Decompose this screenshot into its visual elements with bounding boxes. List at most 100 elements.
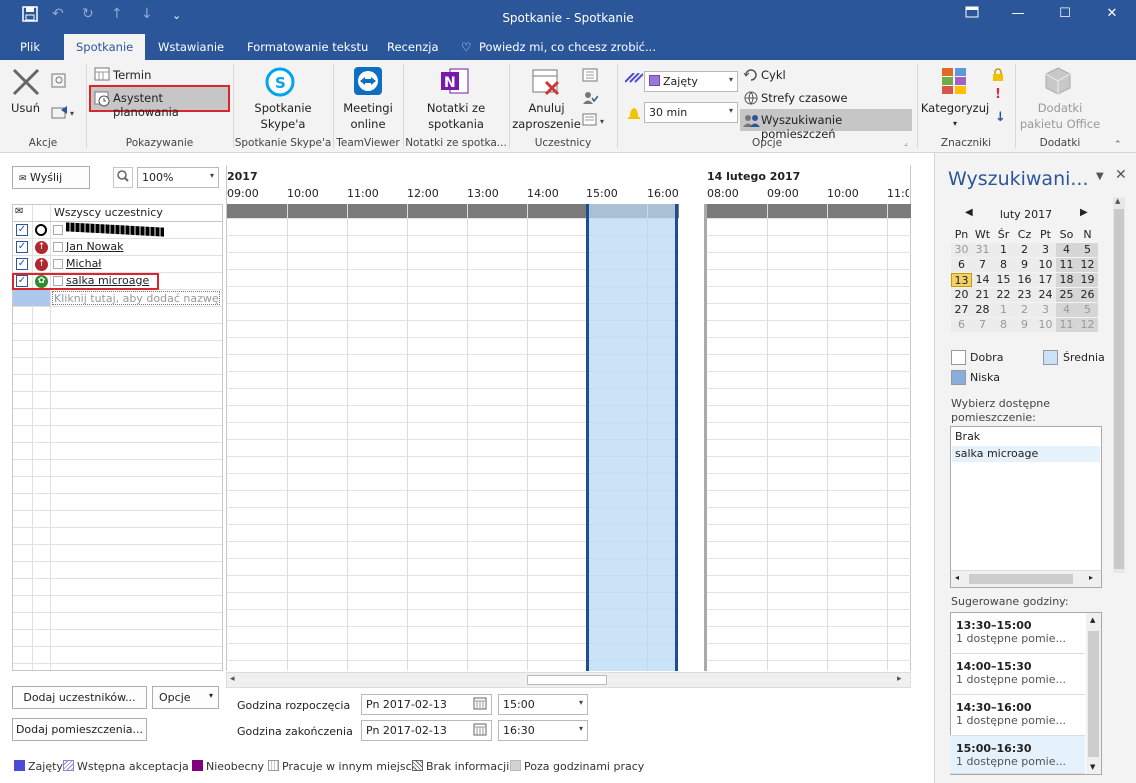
tab-recenzja[interactable]: Recenzja <box>387 40 439 54</box>
calendar-day[interactable]: 2 <box>1014 303 1035 317</box>
recurrence-button[interactable]: Cykl <box>761 68 786 82</box>
cancel-invitation-button[interactable]: Anuluj zaproszenie <box>509 100 584 132</box>
delete-button[interactable]: Usuń <box>11 101 40 115</box>
calendar-day[interactable]: 8 <box>993 258 1014 272</box>
skype-meeting-button[interactable]: Spotkanie Skype'a <box>233 100 333 132</box>
dialog-launcher-icon[interactable]: ⌟ <box>904 138 908 147</box>
high-importance-icon[interactable]: ! <box>995 87 1001 102</box>
termin-button[interactable]: Termin <box>113 68 151 82</box>
calendar-day[interactable]: 15 <box>993 273 1014 287</box>
pane-scroll-up-icon[interactable]: ▲ <box>1115 197 1120 205</box>
meeting-notes-button[interactable]: Notatki ze spotkania <box>403 100 509 132</box>
time-zones-button[interactable]: Strefy czasowe <box>761 91 848 105</box>
pane-scroll-thumb[interactable] <box>1114 209 1124 569</box>
attendee-3-checkbox[interactable]: ✓ <box>16 258 28 270</box>
attendee-jan-nowak[interactable]: Jan Nowak <box>66 240 124 253</box>
calendar-picker-icon[interactable] <box>473 723 487 738</box>
calendar-day[interactable]: 8 <box>993 318 1014 332</box>
calendar-day[interactable]: 23 <box>1014 288 1035 302</box>
ribbon-display-icon[interactable] <box>957 6 987 22</box>
next-month-icon[interactable]: ▶ <box>1080 207 1088 218</box>
suggestion-1[interactable]: 13:30–15:00 1 dostępne pomie... <box>950 613 1085 654</box>
maximize-icon[interactable]: ☐ <box>1050 6 1080 21</box>
attendee-1-checkbox[interactable]: ✓ <box>16 224 28 236</box>
calendar-day[interactable]: 30 <box>951 243 972 257</box>
zoom-search-icon[interactable] <box>113 167 133 188</box>
attendee-3-type[interactable] <box>53 259 63 269</box>
tab-wstawianie[interactable]: Wstawianie <box>158 40 224 54</box>
room-finder-button[interactable]: Wyszukiwanie pomieszczeń <box>740 109 912 141</box>
suggest-scroll-thumb[interactable] <box>1088 631 1099 757</box>
calendar-day[interactable]: 22 <box>993 288 1014 302</box>
tell-me-box[interactable]: Powiedz mi, co chcesz zrobić... <box>479 40 656 54</box>
asystent-planowania-button[interactable]: Asystent planowania <box>89 85 230 119</box>
attendee-4-type[interactable] <box>53 276 63 286</box>
reminder-dropdown[interactable]: 30 min ▾ <box>644 102 738 123</box>
calendar-day[interactable]: 17 <box>1035 273 1056 287</box>
office-addins-button[interactable]: Dodatki pakietu Office <box>1015 100 1105 132</box>
calendar-day[interactable]: 6 <box>951 258 972 272</box>
calendar-day[interactable]: 12 <box>1077 258 1098 272</box>
room-list-scrollbar[interactable]: ◂ ▸ <box>951 570 1101 587</box>
calendar-day[interactable]: 16 <box>1014 273 1035 287</box>
start-time-dropdown[interactable]: 15:00 ▾ <box>498 694 588 715</box>
attendee-2-checkbox[interactable]: ✓ <box>16 241 28 253</box>
start-date-field[interactable]: Pn 2017-02-13 <box>361 694 492 715</box>
calendar-day[interactable]: 19 <box>1077 273 1098 287</box>
suggestion-4[interactable]: 15:00–16:30 1 dostępne pomie... <box>950 736 1085 774</box>
calendar-picker-icon[interactable] <box>473 697 487 712</box>
response-options-icon[interactable]: ▾ <box>582 112 610 131</box>
minimize-icon[interactable]: — <box>1003 6 1033 21</box>
low-importance-icon[interactable]: ↓ <box>995 110 1006 125</box>
tab-plik[interactable]: Plik <box>20 40 40 54</box>
check-names-icon[interactable] <box>582 90 599 109</box>
calendar-day[interactable]: 1 <box>993 303 1014 317</box>
scroll-left-icon[interactable]: ◂ <box>955 573 959 582</box>
send-button[interactable]: ✉ Wyślij <box>12 166 90 189</box>
scroll-thumb[interactable] <box>527 675 607 685</box>
meeting-selection[interactable] <box>586 204 678 671</box>
room-scroll-thumb[interactable] <box>969 574 1073 584</box>
calendar-day[interactable]: 5 <box>1077 243 1098 257</box>
end-time-dropdown[interactable]: 16:30 ▾ <box>498 720 588 741</box>
calendar-day[interactable]: 7 <box>972 258 993 272</box>
meetings-online-button[interactable]: Meetingi online <box>333 100 403 132</box>
calendar-day[interactable]: 3 <box>1035 243 1056 257</box>
calendar-day[interactable]: 7 <box>972 318 993 332</box>
calendar-day[interactable]: 9 <box>1014 318 1035 332</box>
redacted-attendee-name[interactable] <box>66 222 164 237</box>
add-attendees-button[interactable]: Dodaj uczestników... <box>12 686 147 709</box>
address-book-icon[interactable] <box>582 68 598 85</box>
calendar-day[interactable]: 2 <box>1014 243 1035 257</box>
calendar-day[interactable]: 11 <box>1056 318 1077 332</box>
calendar-day[interactable]: 20 <box>951 288 972 302</box>
pane-close-icon[interactable]: ✕ <box>1115 167 1127 183</box>
room-item-salka[interactable]: salka microage <box>952 446 1100 462</box>
collapse-ribbon-icon[interactable]: ⌃ <box>1114 140 1122 150</box>
pane-options-icon[interactable]: ▼ <box>1096 171 1104 182</box>
calendar-day[interactable]: 25 <box>1056 288 1077 302</box>
calendar-day[interactable]: 9 <box>1014 258 1035 272</box>
categorize-button[interactable]: Kategoryzuj ▾ <box>917 100 993 132</box>
calendar-day[interactable]: 4 <box>1056 303 1077 317</box>
forward-icon[interactable]: ▾ <box>51 104 77 123</box>
calendar-day[interactable]: 31 <box>972 243 993 257</box>
calendar-day[interactable]: 6 <box>951 318 972 332</box>
calendar-day[interactable]: 10 <box>1035 258 1056 272</box>
attendee-2-type[interactable] <box>53 242 63 252</box>
calendar-day[interactable]: 14 <box>972 273 993 287</box>
calendar-day[interactable]: 28 <box>972 303 993 317</box>
calendar-day[interactable]: 24 <box>1035 288 1056 302</box>
calendar-day[interactable]: 27 <box>951 303 972 317</box>
calendar-day[interactable]: 1 <box>993 243 1014 257</box>
add-rooms-button[interactable]: Dodaj pomieszczenia... <box>12 718 147 741</box>
tab-formatowanie[interactable]: Formatowanie tekstu <box>247 40 368 54</box>
private-icon[interactable] <box>992 68 1004 85</box>
room-list[interactable]: Brak salka microage ◂ ▸ <box>950 426 1102 588</box>
scroll-right-icon[interactable]: ▸ <box>1089 573 1093 582</box>
calendar-day[interactable]: 12 <box>1077 318 1098 332</box>
scroll-up-icon[interactable]: ▲ <box>1090 616 1095 624</box>
close-icon[interactable]: ✕ <box>1097 6 1127 21</box>
attendee-1-type[interactable] <box>53 225 63 235</box>
zoom-dropdown[interactable]: 100% ▾ <box>137 167 219 188</box>
